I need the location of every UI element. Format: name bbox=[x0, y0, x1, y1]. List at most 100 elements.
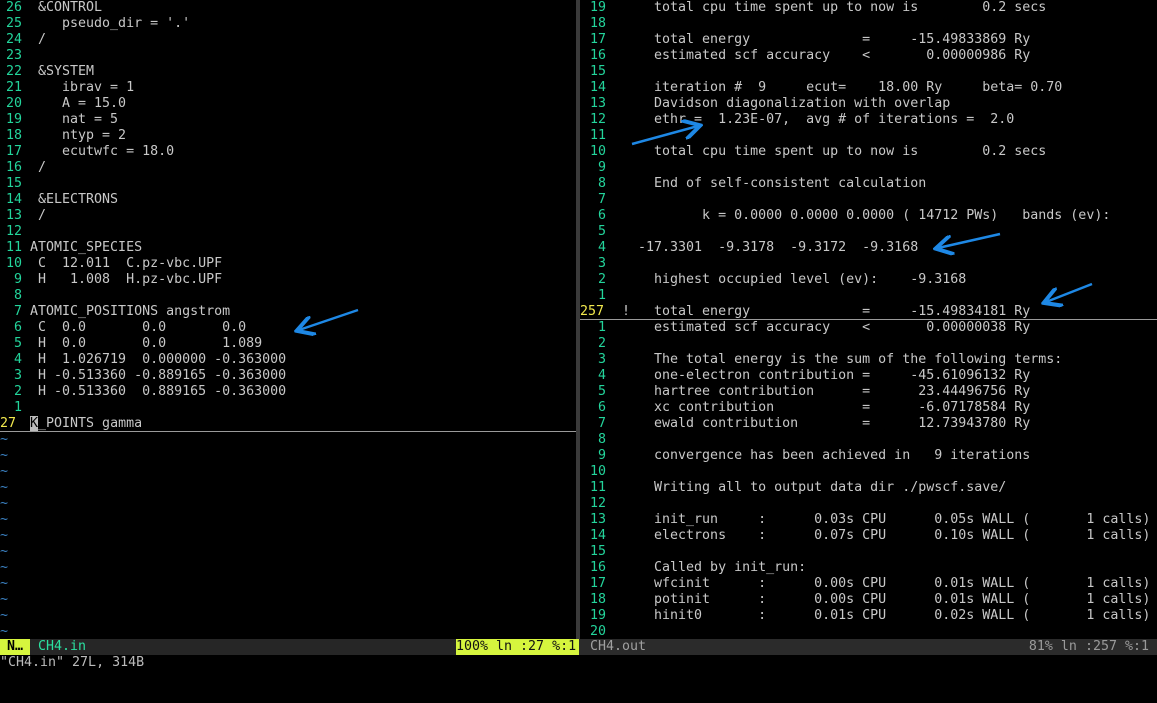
line-text[interactable]: ATOMIC_POSITIONS angstrom bbox=[30, 304, 230, 320]
output-line: 6 xc contribution = -6.07178584 Ry bbox=[580, 400, 1157, 416]
code-line: 22 &SYSTEM bbox=[0, 64, 576, 80]
cursor-position: 100% ln :27 %:1 bbox=[456, 639, 577, 655]
line-text[interactable]: xc contribution = -6.07178584 Ry bbox=[622, 400, 1030, 416]
output-line: 7 ewald contribution = 12.73943780 Ry bbox=[580, 416, 1157, 432]
line-text[interactable]: / bbox=[30, 208, 46, 224]
line-text[interactable]: / bbox=[30, 32, 46, 48]
line-text[interactable]: &ELECTRONS bbox=[30, 192, 118, 208]
line-text[interactable]: ethr = 1.23E-07, avg # of iterations = 2… bbox=[622, 112, 1014, 128]
line-number: 2 bbox=[597, 272, 606, 287]
output-line: 3 bbox=[580, 256, 1157, 272]
line-text[interactable]: ! total energy = -15.49834181 Ry bbox=[622, 304, 1030, 320]
empty-line-marker: ~ bbox=[0, 432, 9, 447]
output-line: 2 highest occupied level (ev): -9.3168 bbox=[580, 272, 1157, 288]
line-text[interactable]: H 0.0 0.0 1.089 bbox=[30, 336, 262, 352]
line-number: 24 bbox=[5, 32, 22, 47]
line-text[interactable]: Davidson diagonalization with overlap bbox=[622, 96, 950, 112]
line-text[interactable]: nat = 5 bbox=[30, 112, 118, 128]
output-line: 14 electrons : 0.07s CPU 0.10s WALL ( 1 … bbox=[580, 528, 1157, 544]
line-text[interactable]: H 1.008 H.pz-vbc.UPF bbox=[30, 272, 222, 288]
line-number: 15 bbox=[589, 64, 606, 79]
line-text[interactable]: End of self-consistent calculation bbox=[622, 176, 926, 192]
line-text[interactable]: ntyp = 2 bbox=[30, 128, 126, 144]
line-text[interactable]: &SYSTEM bbox=[30, 64, 94, 80]
line-number: 19 bbox=[589, 0, 606, 15]
cursor-position: 81% ln :257 %:1 bbox=[1028, 639, 1149, 654]
output-line: 18 potinit : 0.00s CPU 0.01s WALL ( 1 ca… bbox=[580, 592, 1157, 608]
line-text[interactable]: k = 0.0000 0.0000 0.0000 ( 14712 PWs) ba… bbox=[622, 208, 1110, 224]
command-line[interactable]: "CH4.in" 27L, 314B bbox=[0, 655, 144, 671]
right-editor-pane[interactable]: 19 total cpu time spent up to now is 0.2… bbox=[580, 0, 1157, 639]
current-code-line[interactable]: 27 K_POINTS gamma bbox=[0, 416, 576, 432]
line-text[interactable]: hinit0 : 0.01s CPU 0.02s WALL ( 1 calls) bbox=[622, 608, 1150, 624]
output-line: 10 bbox=[580, 464, 1157, 480]
line-text[interactable]: H -0.513360 0.889165 -0.363000 bbox=[30, 384, 286, 400]
code-line: 15 bbox=[0, 176, 576, 192]
line-text[interactable]: Called by init_run: bbox=[622, 560, 806, 576]
line-text[interactable]: ibrav = 1 bbox=[30, 80, 134, 96]
output-line: 12 ethr = 1.23E-07, avg # of iterations … bbox=[580, 112, 1157, 128]
code-line: 7 ATOMIC_POSITIONS angstrom bbox=[0, 304, 576, 320]
line-text[interactable]: Writing all to output data dir ./pwscf.s… bbox=[622, 480, 1006, 496]
line-number: 17 bbox=[589, 576, 606, 591]
line-text[interactable]: pseudo_dir = '.' bbox=[30, 16, 190, 32]
line-text[interactable]: estimated scf accuracy < 0.00000038 Ry bbox=[622, 320, 1030, 336]
empty-line-marker: ~ bbox=[0, 560, 9, 575]
line-text[interactable]: H -0.513360 -0.889165 -0.363000 bbox=[30, 368, 286, 384]
line-number: 19 bbox=[5, 112, 22, 127]
line-text[interactable]: C 12.011 C.pz-vbc.UPF bbox=[30, 256, 222, 272]
code-line: 9 H 1.008 H.pz-vbc.UPF bbox=[0, 272, 576, 288]
line-text[interactable]: ecutwfc = 18.0 bbox=[30, 144, 174, 160]
text-cursor: K bbox=[30, 416, 39, 431]
filename: CH4.in bbox=[38, 639, 87, 654]
code-line: 20 A = 15.0 bbox=[0, 96, 576, 112]
output-line: 8 End of self-consistent calculation bbox=[580, 176, 1157, 192]
line-text[interactable]: highest occupied level (ev): -9.3168 bbox=[622, 272, 966, 288]
empty-line-marker: ~ bbox=[0, 576, 9, 591]
line-number: 21 bbox=[5, 80, 22, 95]
line-text[interactable]: one-electron contribution = -45.61096132… bbox=[622, 368, 1030, 384]
line-text[interactable]: ATOMIC_SPECIES bbox=[30, 240, 142, 256]
output-line: 7 bbox=[580, 192, 1157, 208]
line-text[interactable]: wfcinit : 0.00s CPU 0.01s WALL ( 1 calls… bbox=[622, 576, 1150, 592]
left-editor-pane[interactable]: 26 &CONTROL 25 pseudo_dir = '.' 24 /23 22 &… bbox=[0, 0, 576, 639]
line-text[interactable]: H 1.026719 0.000000 -0.363000 bbox=[30, 352, 286, 368]
line-text[interactable]: &CONTROL bbox=[30, 0, 102, 16]
line-number: 19 bbox=[589, 608, 606, 623]
line-number: 11 bbox=[5, 240, 22, 255]
output-line: 11 bbox=[580, 128, 1157, 144]
line-number: 16 bbox=[5, 160, 22, 175]
line-text-rest: _POINTS gamma bbox=[38, 416, 143, 431]
line-text[interactable]: The total energy is the sum of the follo… bbox=[622, 352, 1062, 368]
code-line: 17 ecutwfc = 18.0 bbox=[0, 144, 576, 160]
code-line: 16 / bbox=[0, 160, 576, 176]
code-line: 8 bbox=[0, 288, 576, 304]
line-text[interactable]: potinit : 0.00s CPU 0.01s WALL ( 1 calls… bbox=[622, 592, 1150, 608]
line-number: 16 bbox=[589, 48, 606, 63]
line-text[interactable]: / bbox=[30, 160, 46, 176]
line-text[interactable]: ewald contribution = 12.73943780 Ry bbox=[622, 416, 1030, 432]
line-text[interactable]: K_POINTS gamma bbox=[30, 416, 142, 432]
line-text[interactable]: C 0.0 0.0 0.0 bbox=[30, 320, 246, 336]
line-number: 23 bbox=[5, 48, 22, 63]
line-text[interactable]: electrons : 0.07s CPU 0.10s WALL ( 1 cal… bbox=[622, 528, 1150, 544]
line-text[interactable]: A = 15.0 bbox=[30, 96, 126, 112]
line-number: 22 bbox=[5, 64, 22, 79]
line-text[interactable]: init_run : 0.03s CPU 0.05s WALL ( 1 call… bbox=[622, 512, 1150, 528]
line-number: 1 bbox=[597, 320, 606, 335]
line-text[interactable]: -17.3301 -9.3178 -9.3172 -9.3168 bbox=[622, 240, 918, 256]
line-text[interactable]: hartree contribution = 23.44496756 Ry bbox=[622, 384, 1030, 400]
line-number: 10 bbox=[589, 464, 606, 479]
line-text[interactable]: total cpu time spent up to now is 0.2 se… bbox=[622, 144, 1046, 160]
line-text[interactable]: iteration # 9 ecut= 18.00 Ry beta= 0.70 bbox=[622, 80, 1062, 96]
line-text[interactable]: convergence has been achieved in 9 itera… bbox=[622, 448, 1030, 464]
line-number: 14 bbox=[589, 80, 606, 95]
line-number: 14 bbox=[589, 528, 606, 543]
line-text[interactable]: total cpu time spent up to now is 0.2 se… bbox=[622, 0, 1046, 16]
line-number: 9 bbox=[597, 160, 606, 175]
line-number: 18 bbox=[589, 592, 606, 607]
line-text[interactable]: total energy = -15.49833869 Ry bbox=[622, 32, 1030, 48]
empty-line-marker: ~ bbox=[0, 544, 9, 559]
line-number: 18 bbox=[589, 16, 606, 31]
line-text[interactable]: estimated scf accuracy < 0.00000986 Ry bbox=[622, 48, 1030, 64]
